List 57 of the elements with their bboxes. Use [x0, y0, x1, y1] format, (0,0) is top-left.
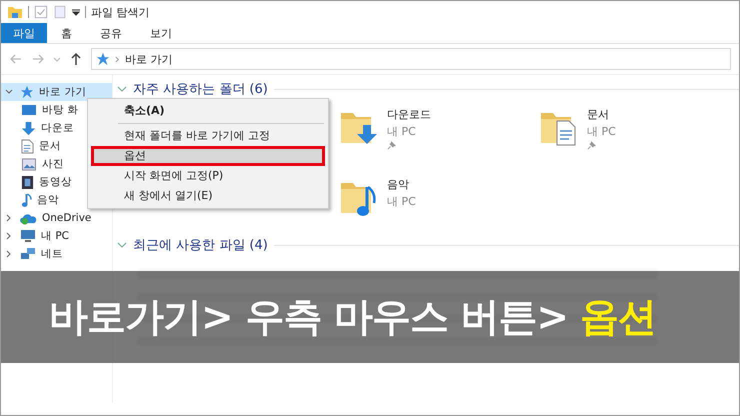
folder-location: 내 PC — [387, 194, 416, 208]
ribbon-tab[interactable]: 공유 — [86, 23, 136, 43]
address-path: 바로 가기 — [125, 52, 172, 66]
collapse-icon[interactable] — [5, 88, 15, 96]
document-icon — [21, 138, 34, 154]
sidebar-item[interactable]: OneDrive — [1, 209, 112, 227]
folder-name: 다운로드 — [387, 107, 431, 122]
folder-tile[interactable]: 다운로드 내 PC — [339, 107, 539, 160]
menu-item[interactable]: 옵션 — [91, 146, 325, 166]
desktop-icon — [21, 103, 37, 117]
sidebar-label: 다운로 — [41, 121, 74, 135]
network-icon — [20, 247, 36, 261]
section-header[interactable]: 자주 사용하는 폴더 (6) — [133, 80, 268, 98]
sidebar-label: 바로 가기 — [39, 85, 86, 99]
sidebar-label: 음악 — [37, 193, 59, 207]
window-title: 파일 탐색기 — [91, 4, 150, 20]
ribbon-tab[interactable]: 홈 — [47, 23, 86, 43]
ribbon-tab[interactable]: 파일 — [1, 23, 47, 43]
checkbox-icon[interactable] — [34, 5, 48, 19]
sidebar-label: 바탕 화 — [42, 103, 78, 117]
sidebar-label: 동영상 — [39, 175, 72, 189]
cloud-icon — [20, 212, 37, 224]
star-icon — [20, 85, 34, 99]
chevron-icon — [115, 56, 120, 62]
star-icon — [96, 52, 110, 66]
collapse-icon[interactable] — [117, 241, 127, 249]
dropdown-icon[interactable] — [72, 8, 80, 16]
music-note-icon — [21, 192, 32, 208]
ribbon-tab[interactable]: 보기 — [136, 23, 186, 43]
folder-location: 내 PC — [587, 124, 616, 139]
sidebar-label: 사진 — [42, 157, 64, 171]
folder-location: 내 PC — [387, 124, 417, 139]
sidebar-label: OneDrive — [42, 212, 92, 224]
sidebar-label: 내 PC — [41, 229, 70, 243]
document-icon[interactable] — [53, 5, 67, 19]
caption-text: 바로가기> 우측 마우스 버튼> — [49, 294, 568, 342]
folder-tile[interactable]: 음악 내 PC — [339, 176, 539, 227]
caption-highlight: 옵션 — [580, 294, 656, 342]
folder-icon[interactable] — [7, 4, 23, 20]
folder-name: 음악 — [387, 176, 410, 192]
monitor-icon — [20, 229, 36, 243]
sidebar-item[interactable]: 내 PC — [1, 227, 112, 245]
back-icon[interactable] — [9, 52, 23, 66]
collapse-icon[interactable] — [117, 85, 127, 93]
section-header[interactable]: 최근에 사용한 파일 (4) — [133, 236, 268, 254]
address-bar[interactable]: 바로 가기 — [91, 48, 731, 70]
download-icon — [21, 120, 36, 136]
picture-icon — [21, 158, 37, 170]
sidebar-item[interactable]: 네트 — [1, 245, 112, 263]
folder-tile[interactable]: 문서 내 PC — [539, 107, 739, 160]
film-icon — [21, 174, 34, 190]
sidebar-label: 문서 — [39, 139, 61, 153]
forward-icon[interactable] — [31, 52, 45, 66]
sidebar-label: 네트 — [41, 247, 63, 261]
sidebar-item[interactable]: 바로 가기 — [1, 83, 112, 101]
up-icon[interactable] — [69, 52, 83, 66]
folder-name: 문서 — [587, 107, 610, 122]
